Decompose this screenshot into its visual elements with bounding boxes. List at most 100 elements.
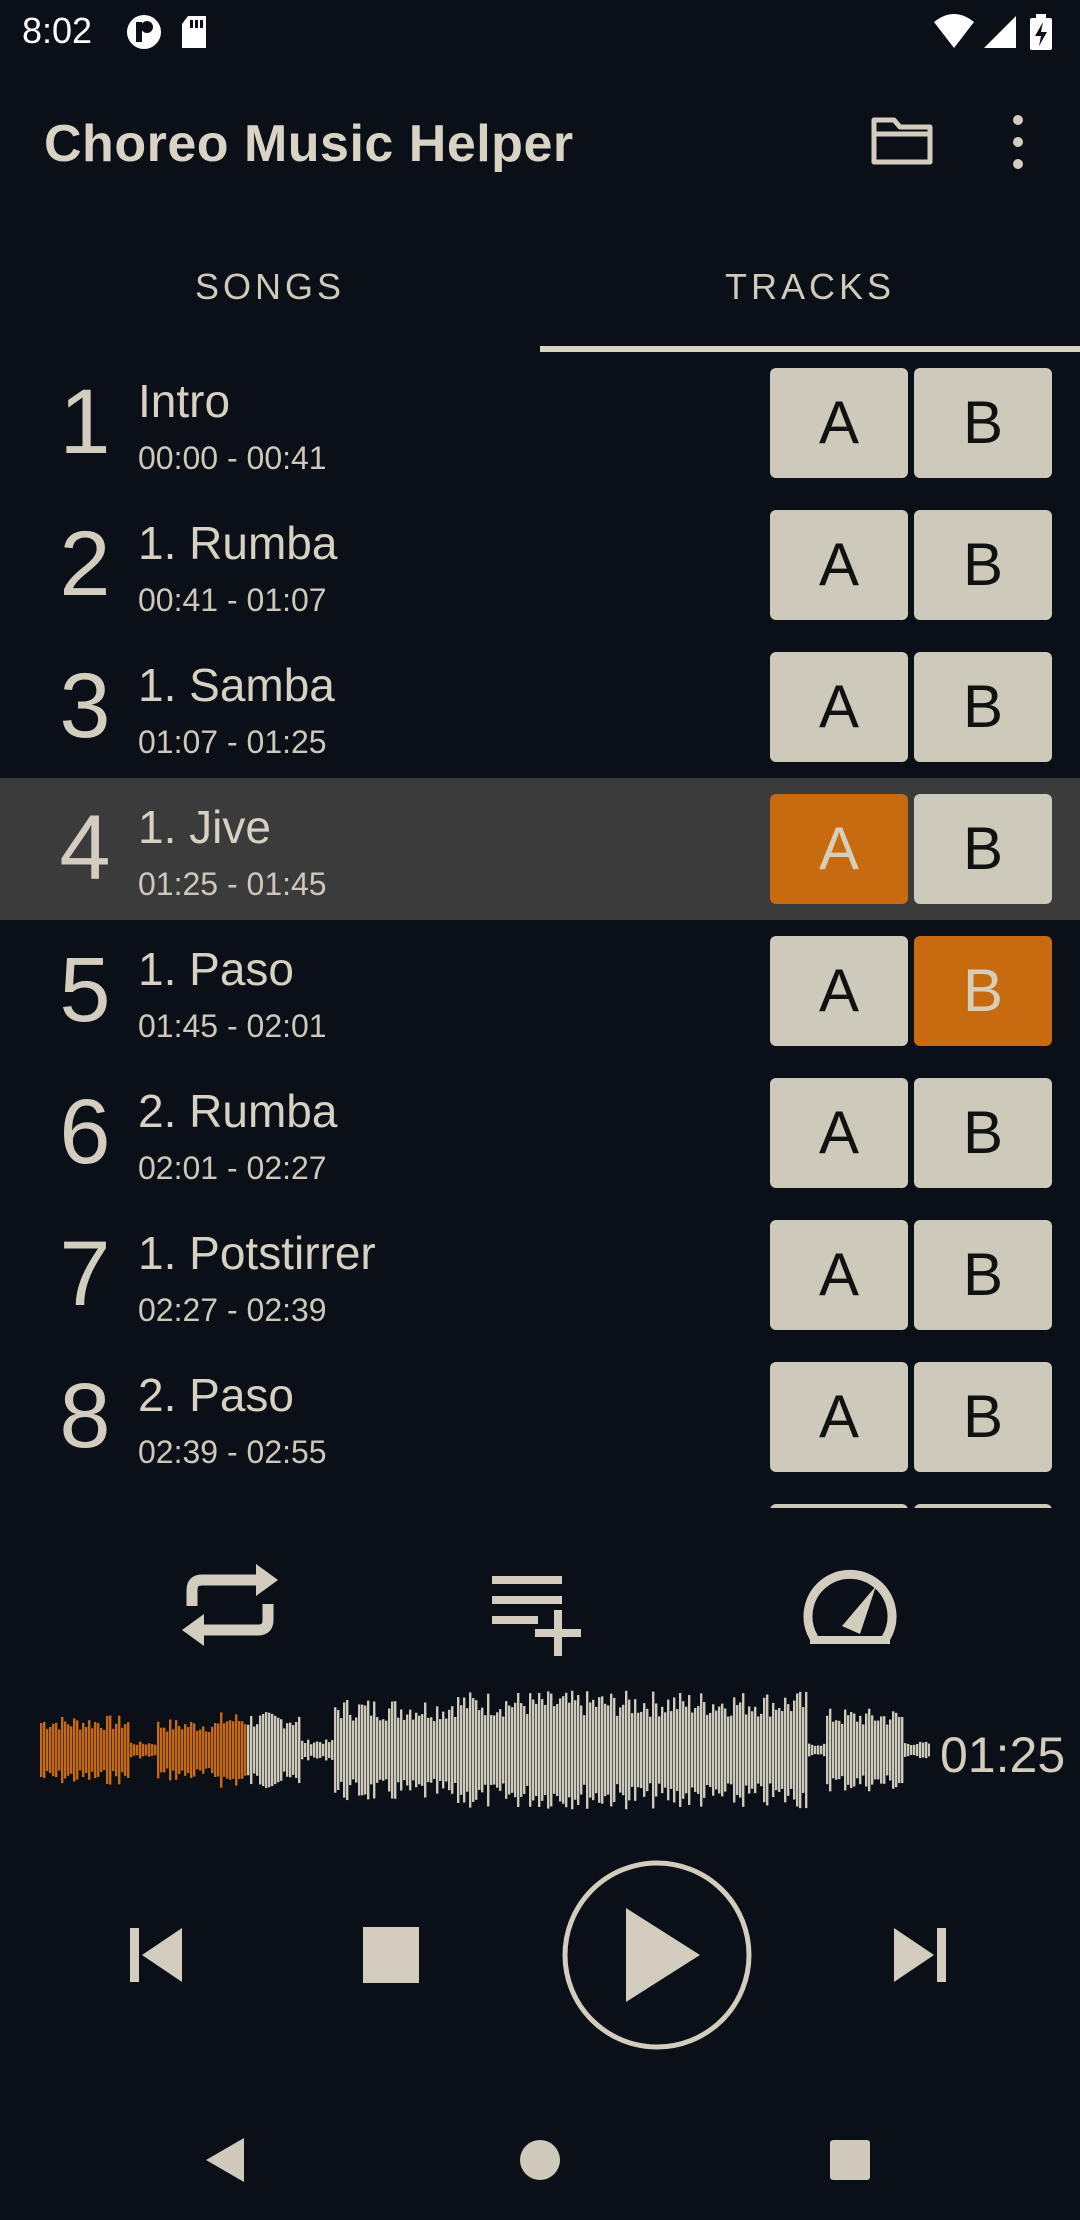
track-number: 1 <box>59 371 111 473</box>
set-a-button[interactable]: A <box>770 510 908 620</box>
home-icon[interactable] <box>510 2130 570 2190</box>
waveform-bar <box>625 1690 628 1810</box>
waveform-bar <box>925 1741 928 1759</box>
waveform-bar <box>550 1693 553 1807</box>
waveform-bar <box>514 1702 517 1798</box>
waveform-bar <box>565 1692 568 1808</box>
waveform-bar <box>781 1711 784 1789</box>
waveform-bar <box>916 1743 919 1757</box>
waveform-bar <box>766 1694 769 1806</box>
track-row[interactable]: 1 Intro 00:00 - 00:41 A B <box>0 352 1080 494</box>
waveform-bar <box>46 1728 49 1772</box>
set-b-button[interactable]: B <box>914 652 1052 762</box>
track-row-partial[interactable] <box>0 1488 1080 1508</box>
set-a-button[interactable]: A <box>770 936 908 1046</box>
waveform-bar <box>856 1721 859 1779</box>
track-row[interactable]: 2 1. Rumba 00:41 - 01:07 A B <box>0 494 1080 636</box>
waveform-bar <box>646 1708 649 1792</box>
set-a-button[interactable]: A <box>770 1362 908 1472</box>
waveform-bar <box>829 1708 832 1792</box>
set-a-button-active[interactable]: A <box>770 794 908 904</box>
track-time-range: 01:45 - 02:01 <box>138 1008 327 1044</box>
waveform-bar <box>88 1720 91 1780</box>
waveform-bar <box>313 1742 316 1758</box>
set-b-button[interactable]: B <box>914 510 1052 620</box>
track-time-range: 01:07 - 01:25 <box>138 724 327 760</box>
waveform-bar <box>97 1723 100 1777</box>
waveform-seekbar[interactable] <box>40 1680 930 1820</box>
waveform-bar <box>517 1693 520 1807</box>
open-folder-button[interactable] <box>868 110 940 174</box>
track-row-selected[interactable]: 4 1. Jive 01:25 - 01:45 A B <box>0 778 1080 920</box>
waveform-bar <box>754 1706 757 1794</box>
waveform-bar <box>349 1714 352 1786</box>
track-name: 1. Rumba <box>138 517 338 569</box>
waveform-bar <box>331 1740 334 1760</box>
system-nav-bar <box>0 2094 1080 2220</box>
stop-button[interactable] <box>346 1910 436 2000</box>
waveform-bar <box>277 1717 280 1783</box>
transport-controls <box>0 1850 1080 2060</box>
speed-button[interactable] <box>780 1550 920 1660</box>
waveform-bar <box>523 1705 526 1795</box>
track-row[interactable]: 8 2. Paso 02:39 - 02:55 A B <box>0 1346 1080 1488</box>
more-options-button[interactable] <box>992 110 1044 174</box>
track-number: 3 <box>59 655 111 757</box>
recents-icon[interactable] <box>820 2130 880 2190</box>
set-a-button[interactable]: A <box>770 1220 908 1330</box>
set-a-button[interactable]: A <box>770 652 908 762</box>
waveform-bar <box>664 1712 667 1788</box>
waveform-bar <box>382 1719 385 1781</box>
track-row[interactable]: 5 1. Paso 01:45 - 02:01 A B <box>0 920 1080 1062</box>
track-list[interactable]: 1 Intro 00:00 - 00:41 A B 2 1. Rumba 00:… <box>0 352 1080 1508</box>
set-a-button[interactable]: A <box>770 368 908 478</box>
waveform-bar <box>133 1744 136 1756</box>
waveform-bar <box>631 1713 634 1787</box>
waveform-bar <box>649 1716 652 1784</box>
waveform-bar <box>769 1716 772 1784</box>
set-b-button[interactable]: B <box>914 368 1052 478</box>
set-a-button[interactable] <box>770 1504 908 1508</box>
waveform-bar <box>370 1715 373 1785</box>
stop-icon <box>363 1927 419 1983</box>
waveform-bar <box>826 1715 829 1785</box>
set-b-button[interactable]: B <box>914 1220 1052 1330</box>
set-a-button[interactable]: A <box>770 1078 908 1188</box>
repeat-button[interactable] <box>160 1550 300 1660</box>
waveform-bar <box>73 1718 76 1782</box>
track-row[interactable]: 7 1. Potstirrer 02:27 - 02:39 A B <box>0 1204 1080 1346</box>
previous-button[interactable] <box>110 1910 200 2000</box>
set-b-button[interactable]: B <box>914 1078 1052 1188</box>
play-button[interactable] <box>560 1858 754 2052</box>
back-icon[interactable] <box>196 2130 256 2190</box>
next-button[interactable] <box>876 1910 966 2000</box>
waveform-bar <box>220 1712 223 1788</box>
set-b-button-active[interactable]: B <box>914 936 1052 1046</box>
track-time-range: 02:27 - 02:39 <box>138 1292 327 1328</box>
track-name: 2. Paso <box>138 1369 294 1421</box>
repeat-icon <box>182 1564 278 1646</box>
waveform-bar <box>724 1708 727 1792</box>
set-b-button[interactable]: B <box>914 794 1052 904</box>
waveform-bar <box>454 1717 457 1783</box>
tab-tracks[interactable]: TRACKS <box>540 222 1080 352</box>
signal-icon <box>984 16 1016 48</box>
waveform-bar <box>169 1719 172 1781</box>
tab-songs[interactable]: SONGS <box>0 222 540 352</box>
add-track-button[interactable] <box>470 1550 610 1660</box>
waveform-bar <box>244 1724 247 1776</box>
set-b-button[interactable] <box>914 1504 1052 1508</box>
waveform-bar <box>832 1721 835 1779</box>
track-row[interactable]: 3 1. Samba 01:07 - 01:25 A B <box>0 636 1080 778</box>
waveform-bar <box>112 1728 115 1772</box>
app-title: Choreo Music Helper <box>44 115 574 173</box>
track-name: 2. Rumba <box>138 1085 338 1137</box>
set-b-button[interactable]: B <box>914 1362 1052 1472</box>
waveform-bar <box>544 1705 547 1795</box>
waveform-bar <box>733 1697 736 1803</box>
track-number: 6 <box>59 1081 111 1183</box>
track-row[interactable]: 6 2. Rumba 02:01 - 02:27 A B <box>0 1062 1080 1204</box>
waveform-bar <box>853 1713 856 1787</box>
waveform-bar <box>181 1729 184 1771</box>
waveform-bar <box>286 1723 289 1777</box>
